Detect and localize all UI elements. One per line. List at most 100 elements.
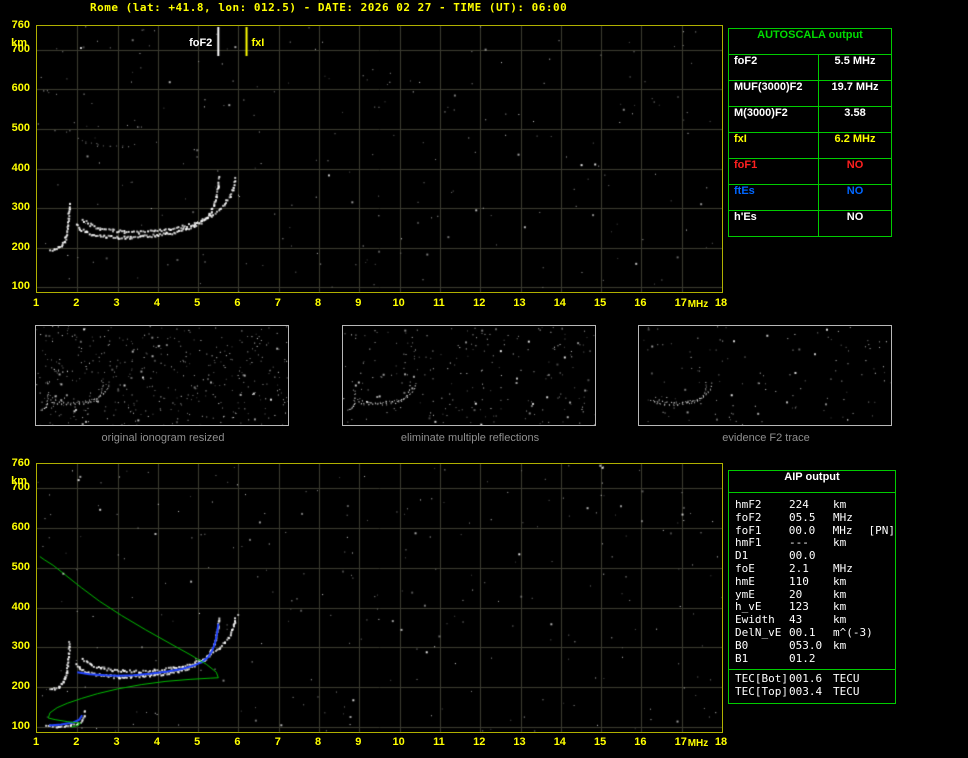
x-axis-tick-label: 11 [433,297,445,309]
autoscala-row: MUF(3000)F2 19.7 MHz [729,81,891,107]
y-axis-tick-label: 300 [11,201,30,214]
x-axis-unit-label: MHz [687,299,709,310]
aip-row: hmF2 224 km [729,498,895,512]
thumbnail-original-ionogram-canvas [35,325,289,426]
marker-label-fof2: foF2 [189,37,213,49]
autoscala-parameter-name: MUF(3000)F2 [729,81,819,106]
x-axis-tick-label: 5 [194,297,201,309]
aip-parameter-unit: km [833,536,847,550]
autoscala-row: M(3000)F2 3.58 [729,107,891,133]
bottom-ionogram-plot: 760 700 600 500 400 300 200 100 km 1 2 3 4 5 6 7 8 9 10 11 1… [0,457,745,758]
aip-table-separator [729,669,895,671]
y-axis-tick-label: 600 [11,82,30,95]
y-axis-unit-label: km [11,475,27,487]
autoscala-parameter-name: ftEs [729,185,819,210]
x-axis-tick-label: 13 [513,736,526,748]
thumbnail-original-ionogram: original ionogram resized [35,325,291,447]
x-axis-tick-label: 2 [73,736,80,748]
marker-label-fxi: fxI [251,37,265,49]
autoscala-parameter-name: M(3000)F2 [729,107,819,132]
x-axis-unit-label: MHz [687,738,709,749]
y-axis-tick-label: 100 [11,280,30,293]
autoscala-table-title: AUTOSCALA output [729,29,891,55]
y-axis-tick-label: 200 [11,680,30,693]
autoscala-table-rows: foF2 5.5 MHz MUF(3000)F2 19.7 MHz M(3000)F2 3… [729,55,891,236]
autoscala-row: foF1 NO [729,159,891,185]
top-ionogram-canvas [36,25,723,293]
y-axis-tick-label: 600 [11,520,30,533]
y-axis-tick-label: 760 [11,457,30,469]
aip-output-table: AIP output hmF2 224 km foF2 05.5 MHz foF1 00.0 M… [728,470,896,704]
aip-parameter-value: 01.2 [789,651,816,665]
x-axis-tick-label: 9 [355,736,362,748]
thumbnail-eliminate-reflections: eliminate multiple reflections [342,325,598,447]
aip-parameter-unit: m^(-3) [833,625,873,639]
x-axis-tick-label: 9 [355,297,362,309]
aip-parameter-name: foE [735,561,755,575]
thumbnail-caption: evidence F2 trace [722,432,810,444]
aip-parameter-value: 224 [789,498,809,511]
autoscala-parameter-name: fxI [729,133,819,158]
aip-parameter-value: 003.4 [789,685,823,699]
x-axis-tick-label: 1 [32,297,40,309]
y-axis-tick-label: 500 [11,560,30,573]
x-axis-tick-label: 6 [234,736,241,748]
aip-parameter-unit: km [833,574,847,588]
aip-parameter-name: foF2 [735,510,762,524]
x-axis-tick-label: 11 [433,736,445,748]
thumbnail-caption: eliminate multiple reflections [400,432,540,444]
x-axis-tick-label: 1 [32,736,40,748]
aip-parameter-name: hmF2 [735,498,762,511]
x-axis-tick-label: 16 [634,297,647,309]
aip-parameter-name: TEC[Top] [735,685,788,699]
x-axis-tick-label: 7 [274,736,281,748]
aip-parameter-value: 05.5 [789,510,816,524]
x-axis-tick-label: 10 [392,297,405,309]
aip-parameter-unit: km [833,638,847,652]
autoscala-parameter-name: foF1 [729,159,819,184]
aip-table-rows: hmF2 224 km foF2 05.5 MHz foF1 00.0 MHz [PN] hmF1-… [729,498,896,666]
thumbnail-evidence-f2-trace: evidence F2 trace [638,325,894,447]
bottom-ionogram-canvas [36,463,723,733]
y-axis-tick-label: 400 [11,161,30,174]
autoscala-parameter-name: h'Es [729,211,819,236]
x-axis-tick-label: 3 [113,297,120,309]
autoscala-parameter-value: NO [846,185,864,197]
x-axis-tick-label: 15 [593,297,607,309]
aip-parameter-name: DelN_vE [735,625,782,639]
autoscala-parameter-value: NO [846,211,864,223]
aip-row: B1 01.2 [729,651,895,666]
autoscala-row: foF2 5.5 MHz [729,55,891,81]
aip-table-tec-rows: TEC[Bot] 001.6 TECU TEC[Top] 003.4 TECU [729,673,895,699]
aip-parameter-unit: TECU [833,685,860,699]
x-axis-tick-label: 18 [714,736,728,748]
x-axis-tick-label: 2 [73,297,80,309]
aip-row: foF2 05.5 MHz [729,510,895,525]
aip-parameter-flag: [PN] [868,523,896,537]
autoscala-row: fxI 6.2 MHz [729,133,891,159]
y-axis-tick-label: 760 [11,19,30,31]
aip-table-title: AIP output [729,471,895,493]
autoscala-row: ftEs NO [729,185,891,211]
x-axis-tick-label: 8 [314,297,322,309]
y-axis-tick-label: 200 [11,240,30,253]
aip-parameter-value: 053.0 [789,638,823,652]
autoscala-parameter-value: 19.7 MHz [831,81,879,93]
aip-parameter-value: 110 [789,574,809,588]
aip-row: foE 2.1 MHz [729,561,895,576]
aip-row: hmE 110 km [729,574,895,589]
aip-parameter-name: B1 [735,651,749,665]
x-axis-tick-label: 13 [513,297,526,309]
y-axis-unit-label: km [11,37,27,49]
autoscala-parameter-value: 6.2 MHz [834,133,876,145]
aip-parameter-unit: MHz [833,510,853,524]
thumbnail-evidence-f2-trace-canvas [638,325,892,426]
x-axis-tick-label: 12 [473,736,486,748]
x-axis-tick-label: 3 [113,736,120,748]
x-axis-tick-label: 12 [473,297,486,309]
x-axis-tick-label: 14 [553,736,566,748]
x-axis-tick-label: 16 [634,736,647,748]
autoscala-output-table: AUTOSCALA output foF2 5.5 MHz MUF(3000)F2 1… [728,28,892,237]
autoscala-parameter-name: foF2 [729,55,819,80]
autoscala-parameter-value: 3.58 [844,107,866,119]
